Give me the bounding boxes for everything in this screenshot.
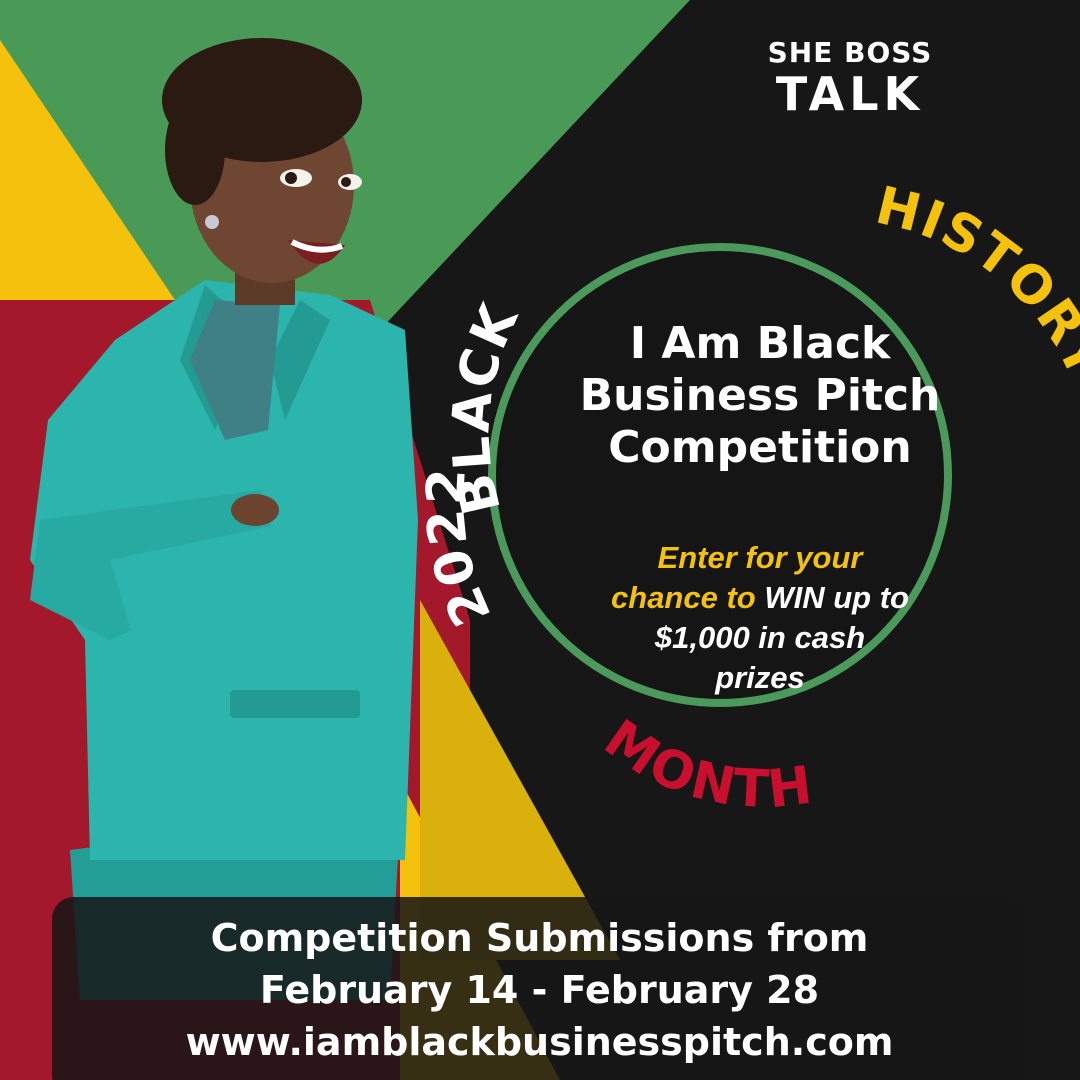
promo-part-1: Enter for your [657,540,863,575]
promo-part-3: WIN up to [764,580,909,615]
promo-part-4: $1,000 in cash [654,620,866,655]
submission-dates: February 14 - February 28 [259,968,820,1012]
competition-headline: I Am Black Business Pitch Competition [520,318,1000,474]
promo-part-2: chance to [611,580,756,615]
headline-line-2: Business Pitch [579,370,941,421]
logo-line-1: SHE BOSS [767,36,933,69]
logo-line-2: TALK [775,67,925,121]
prize-promo: Enter for your chance to WIN up to $1,00… [575,538,945,698]
submission-label: Competition Submissions from [210,916,869,960]
website-link[interactable]: www.iamblackbusinesspitch.com [52,1016,1027,1068]
poster: SHE BOSS TALK BLACK HISTORY MONTH 2022 I… [0,0,1080,1080]
she-boss-talk-logo: SHE BOSS TALK [760,36,940,118]
headline-line-3: Competition [608,422,912,473]
headline-line-1: I Am Black [629,318,891,369]
promo-part-5: prizes [715,660,805,695]
footer-text: Competition Submissions from February 14… [52,912,1027,1068]
